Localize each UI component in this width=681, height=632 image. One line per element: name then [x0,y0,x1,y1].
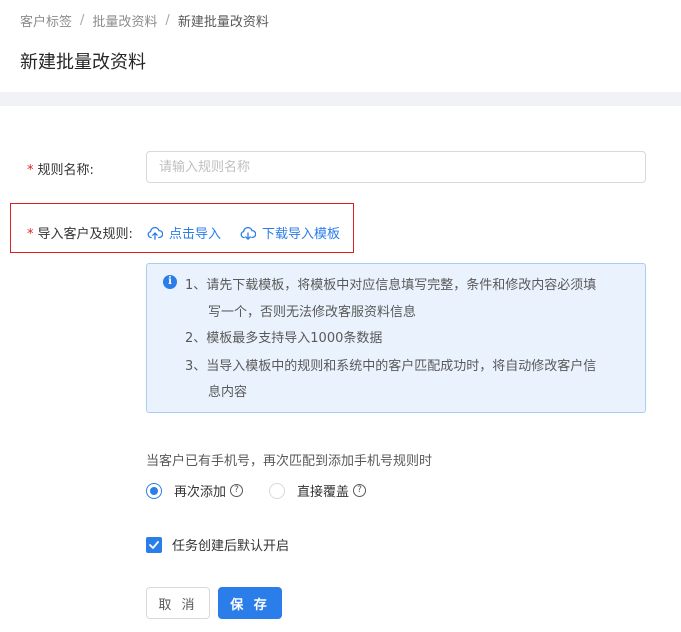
notice-line: 息内容 [208,385,248,400]
page-header: 客户标签 / 批量改资料 / 新建批量改资料 新建批量改资料 [0,0,681,92]
breadcrumb-separator: / [165,13,170,28]
radio-add-again-label: 再次添加 [174,485,227,500]
save-button[interactable]: 保 存 [218,587,282,619]
page-title: 新建批量改资料 [20,52,146,73]
radio-overwrite-label: 直接覆盖 [297,485,350,500]
phone-rule-radio-group: 再次添加 ? 直接覆盖 ? [146,481,367,500]
cancel-button[interactable]: 取 消 [146,587,210,619]
section-divider [0,92,681,106]
required-mark: * [27,163,34,178]
breadcrumb: 客户标签 / 批量改资料 / 新建批量改资料 [20,11,269,30]
import-notice-box: i 1、请先下载模板，将模板中对应信息填写完整，条件和修改内容必须填 写一个，否… [146,263,646,413]
required-mark: * [27,227,34,242]
download-template-label: 下载导入模板 [262,227,341,242]
checkbox-checked-icon [146,536,162,553]
rule-name-input[interactable] [146,151,646,183]
auto-enable-checkbox[interactable]: 任务创建后默认开启 [146,535,289,554]
radio-add-again[interactable]: 再次添加 ? [146,481,244,500]
cloud-upload-icon [147,226,163,240]
radio-indicator [269,482,286,499]
notice-line: 写一个，否则无法修改客服资料信息 [208,305,417,320]
help-icon[interactable]: ? [230,484,244,497]
radio-indicator [146,482,162,499]
notice-line: 1、请先下载模板，将模板中对应信息填写完整，条件和修改内容必须填 [185,278,597,293]
auto-enable-label: 任务创建后默认开启 [172,539,290,554]
help-icon[interactable]: ? [353,484,367,497]
cloud-download-icon [240,226,256,240]
info-icon: i [163,275,177,289]
import-label: * 导入客户及规则: [27,227,133,242]
rule-name-label: * 规则名称: [27,163,94,178]
breadcrumb-separator: / [80,13,85,28]
click-import-label: 点击导入 [169,227,222,242]
radio-overwrite[interactable]: 直接覆盖 ? [269,481,367,500]
phone-rule-question: 当客户已有手机号，再次匹配到添加手机号规则时 [146,454,433,469]
notice-line: 2、模板最多支持导入1000条数据 [185,331,383,346]
breadcrumb-item-current: 新建批量改资料 [177,15,269,30]
notice-line: 3、当导入模板中的规则和系统中的客户匹配成功时，将自动修改客户信 [185,359,597,374]
form-container: *规则名称: *导入客户及规则: 点击导入 下载导入模板 i 1、请先下载模板，… [0,106,681,632]
click-import-link[interactable]: 点击导入 [147,223,221,242]
download-template-link[interactable]: 下载导入模板 [240,223,340,242]
breadcrumb-item-customer-tags[interactable]: 客户标签 [20,11,72,30]
breadcrumb-item-batch-edit[interactable]: 批量改资料 [92,11,157,30]
